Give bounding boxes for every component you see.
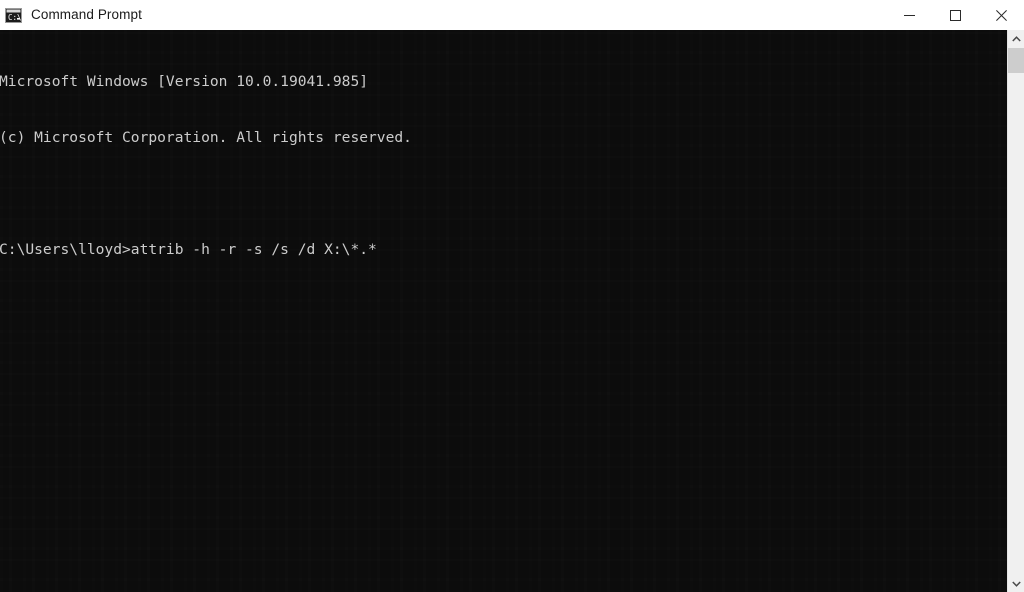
console-command-text: C:\Users\lloyd>attrib -h -r -s /s /d X:\… [0,240,377,258]
command-prompt-window: C:\ Command Prompt Microsoft Windows [Ve… [0,0,1024,592]
console-text-buffer: Microsoft Windows [Version 10.0.19041.98… [0,30,1007,296]
command-prompt-icon: C:\ [5,7,22,24]
scroll-down-button[interactable] [1008,575,1024,592]
minimize-button[interactable] [886,0,932,30]
scroll-up-button[interactable] [1008,30,1024,47]
window-title: Command Prompt [31,7,142,22]
scrollbar-thumb[interactable] [1008,48,1024,73]
chevron-down-icon [1011,580,1021,587]
close-button[interactable] [978,0,1024,30]
minimize-icon [903,14,915,16]
titlebar-left: C:\ Command Prompt [0,0,142,30]
chevron-up-icon [1011,35,1021,42]
titlebar-drag-area[interactable] [142,0,886,30]
console-line: Microsoft Windows [Version 10.0.19041.98… [0,73,369,91]
scrollbar-track[interactable] [1008,47,1024,575]
maximize-button[interactable] [932,0,978,30]
console-output-area[interactable]: Microsoft Windows [Version 10.0.19041.98… [0,30,1007,592]
console-line: (c) Microsoft Corporation. All rights re… [0,128,412,146]
close-icon [995,9,1007,21]
console-prompt-line: C:\Users\lloyd>attrib -h -r -s /s /d X:\… [0,241,1007,260]
window-controls [886,0,1024,30]
vertical-scrollbar[interactable] [1007,30,1024,592]
maximize-icon [949,9,961,21]
console-cursor [377,243,385,258]
svg-text:C:\: C:\ [8,13,22,22]
titlebar[interactable]: C:\ Command Prompt [0,0,1024,30]
